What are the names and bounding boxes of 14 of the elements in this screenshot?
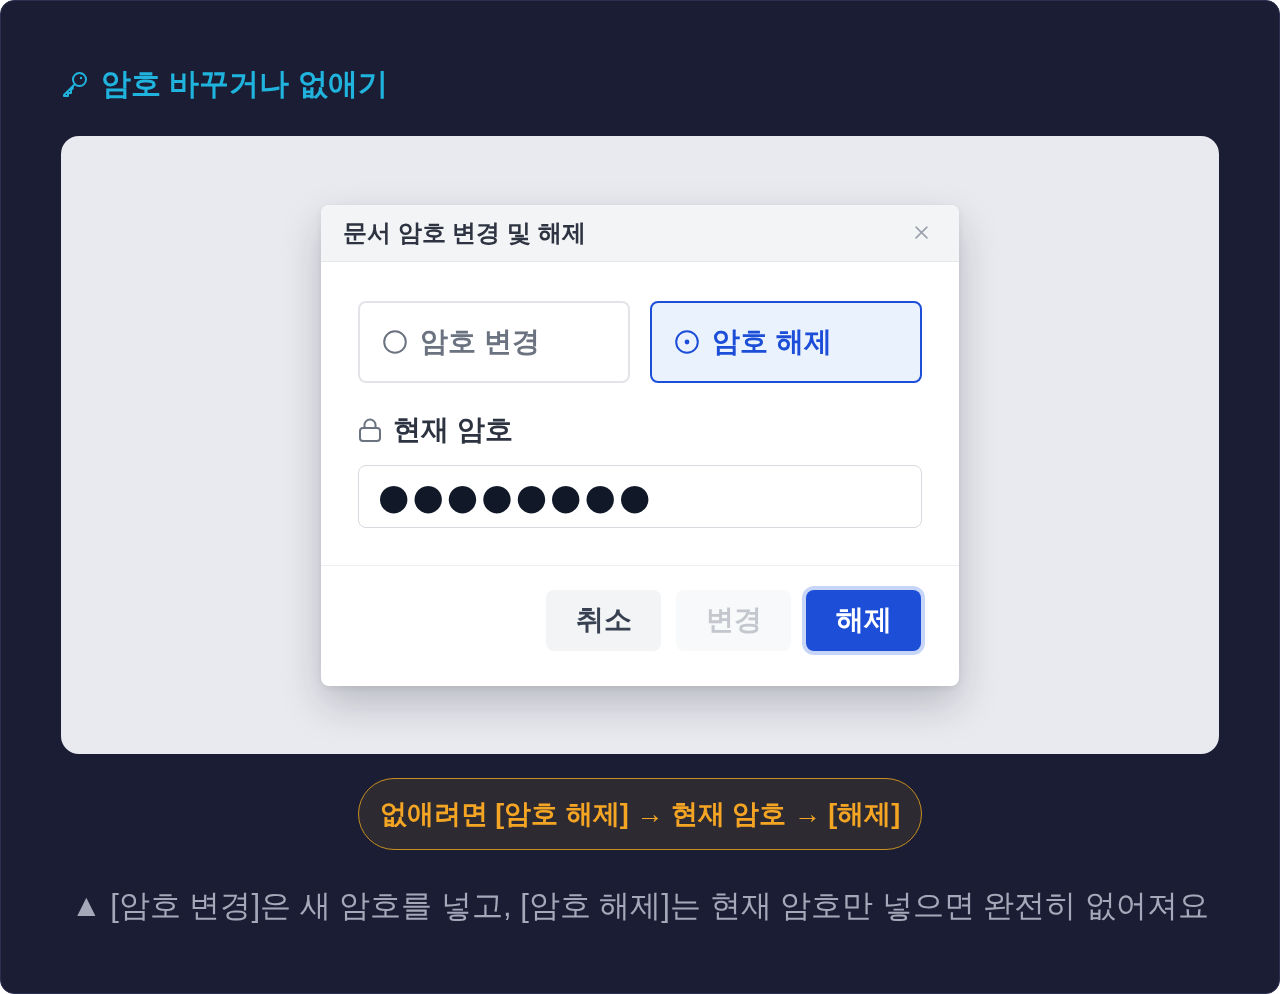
- lock-icon: [359, 417, 381, 442]
- radio-icon: [675, 329, 699, 354]
- tip-banner: 없애려면 [암호 해제] → 현재 암호 → [해제]: [358, 778, 922, 850]
- section-heading: 암호 바꾸거나 없애기: [101, 65, 388, 102]
- field-label: 현재 암호: [393, 412, 513, 447]
- dialog-title: 문서 암호 변경 및 해제: [343, 217, 586, 248]
- option-button[interactable]: 암호 변경: [358, 300, 630, 383]
- radio-icon: [383, 329, 407, 354]
- password-field[interactable]: ●●●●●●●●: [358, 464, 922, 528]
- dialog-button[interactable]: 취소: [546, 589, 661, 651]
- caption-text: ▲ [암호 변경]은 새 암호를 넣고, [암호 해제]는 현재 암호만 넣으면 완전히 없어져요: [70, 887, 1210, 925]
- key-icon: [62, 71, 88, 97]
- close-icon[interactable]: [915, 226, 928, 239]
- option-button[interactable]: 암호 해제: [650, 300, 922, 383]
